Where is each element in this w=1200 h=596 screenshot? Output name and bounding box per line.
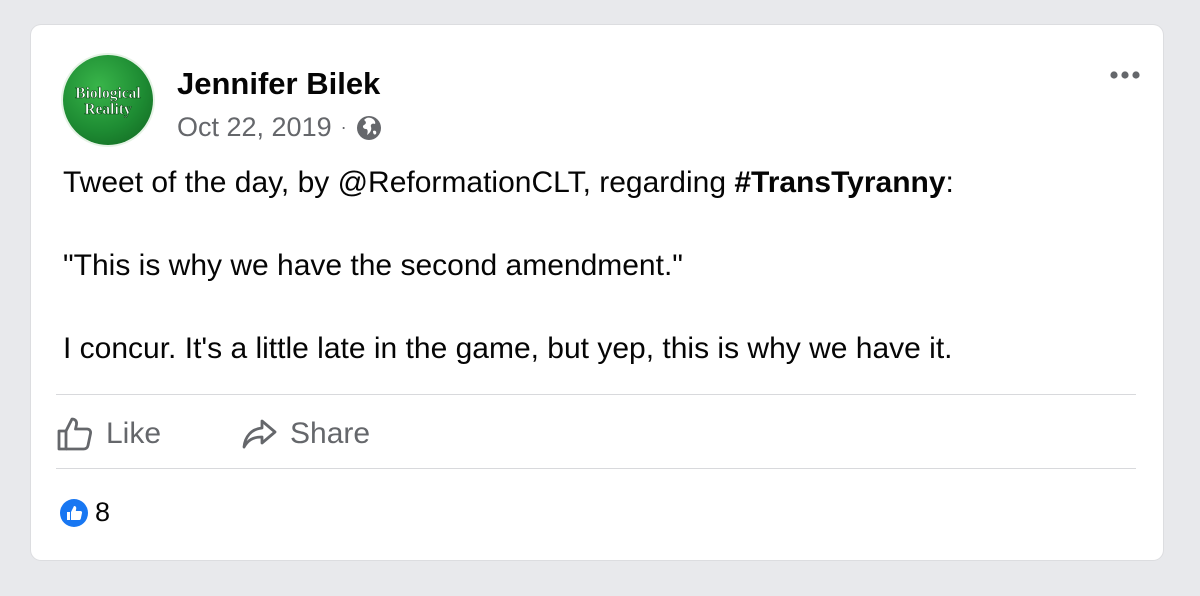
meta-separator: · [340, 117, 347, 137]
reaction-count: 8 [95, 497, 111, 527]
thumbs-up-outline-icon [57, 417, 92, 451]
post-paragraph-1: Tweet of the day, by @ReformationCLT, re… [63, 165, 1143, 201]
like-label: Like [106, 417, 162, 450]
share-label: Share [290, 417, 371, 450]
paragraph-1-suffix: : [945, 166, 954, 199]
post-date[interactable]: Oct 22, 2019 [177, 112, 332, 143]
author-name[interactable]: Jennifer Bilek [177, 66, 380, 102]
avatar-text-line1: Biological [75, 85, 141, 102]
divider-bottom [56, 468, 1136, 469]
avatar-logo: Biological Reality [75, 85, 142, 119]
avatar-text-line2: Reality [84, 101, 132, 118]
globe-icon[interactable] [355, 114, 383, 142]
post-meta: Oct 22, 2019 · [177, 112, 383, 143]
reactions-summary[interactable]: 8 [59, 497, 110, 528]
hashtag-link[interactable]: #TransTyranny [734, 166, 945, 199]
post-paragraph-2: "This is why we have the second amendmen… [63, 249, 683, 282]
post-card: Biological Reality Jennifer Bilek Oct 22… [31, 25, 1163, 560]
avatar[interactable]: Biological Reality [63, 55, 153, 145]
like-button[interactable]: Like [56, 414, 161, 454]
paragraph-1-text: Tweet of the day, by @ReformationCLT, re… [63, 166, 735, 199]
post-paragraph-3: I concur. It's a little late in the game… [63, 332, 953, 365]
like-reaction-icon [60, 498, 88, 527]
more-options-icon[interactable] [1103, 61, 1147, 89]
share-button[interactable]: Share [242, 414, 370, 454]
divider-top [56, 394, 1136, 395]
share-arrow-icon [242, 419, 277, 449]
post-body: Tweet of the day, by @ReformationCLT, re… [63, 165, 1143, 367]
